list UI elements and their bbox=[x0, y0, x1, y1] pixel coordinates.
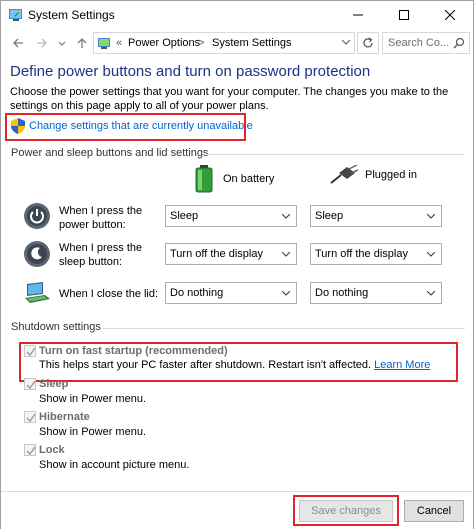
checkmark-icon bbox=[26, 446, 36, 456]
checkmark-icon bbox=[26, 413, 36, 423]
search-placeholder: Search Co... bbox=[388, 37, 450, 49]
chevron-down-icon bbox=[427, 214, 435, 219]
battery-column-header: On battery bbox=[194, 165, 274, 193]
maximize-button[interactable] bbox=[381, 1, 427, 29]
chevron-down-icon bbox=[282, 291, 290, 296]
back-arrow-icon[interactable] bbox=[11, 36, 25, 50]
sleep-option-title: Sleep bbox=[39, 378, 69, 390]
chevron-down-icon[interactable] bbox=[342, 40, 350, 46]
breadcrumb-power-options[interactable]: Power Options bbox=[128, 37, 200, 49]
group-divider bbox=[102, 328, 465, 329]
sleep-button-battery-select[interactable]: Turn off the display bbox=[165, 243, 297, 265]
minimize-button[interactable] bbox=[335, 1, 381, 29]
maximize-icon bbox=[399, 10, 409, 20]
address-bar[interactable]: « Power Options > System Settings bbox=[93, 32, 355, 54]
system-settings-window: System Settings « Power Options > System… bbox=[0, 0, 474, 529]
plugged-column-header: Plugged in bbox=[329, 165, 417, 185]
close-icon bbox=[445, 10, 455, 20]
settings-content: Define power buttons and turn on passwor… bbox=[1, 57, 473, 487]
lock-checkbox[interactable] bbox=[24, 444, 36, 456]
navigation-bar: « Power Options > System Settings Search… bbox=[1, 30, 473, 56]
power-plug-icon bbox=[330, 165, 359, 184]
search-box[interactable]: Search Co... bbox=[382, 32, 470, 54]
hibernate-checkbox[interactable] bbox=[24, 411, 36, 423]
close-button[interactable] bbox=[427, 1, 473, 29]
laptop-lid-icon bbox=[25, 282, 50, 303]
battery-icon bbox=[195, 165, 213, 193]
save-changes-button[interactable]: Save changes bbox=[299, 500, 393, 522]
cancel-button[interactable]: Cancel bbox=[404, 500, 464, 522]
chevron-down-icon bbox=[282, 214, 290, 219]
control-panel-icon bbox=[98, 38, 110, 49]
power-button-label: When I press the power button: bbox=[59, 205, 143, 231]
lock-option-description: Show in account picture menu. bbox=[39, 459, 190, 471]
search-icon bbox=[453, 37, 465, 49]
chevron-down-icon bbox=[427, 252, 435, 257]
fast-startup-description: This helps start your PC faster after sh… bbox=[39, 359, 431, 371]
sleep-button-plugged-select[interactable]: Turn off the display bbox=[310, 243, 442, 265]
power-button-battery-select[interactable]: Sleep bbox=[165, 205, 297, 227]
breadcrumb-system-settings[interactable]: System Settings bbox=[212, 37, 291, 49]
group-divider bbox=[207, 154, 465, 155]
forward-arrow-icon[interactable] bbox=[35, 36, 49, 50]
shutdown-group-label: Shutdown settings bbox=[11, 321, 101, 333]
power-button-plugged-select[interactable]: Sleep bbox=[310, 205, 442, 227]
fast-startup-title: Turn on fast startup (recommended) bbox=[39, 345, 228, 357]
recent-locations-icon[interactable] bbox=[57, 36, 67, 50]
battery-column-label: On battery bbox=[223, 173, 275, 185]
lid-close-label: When I close the lid: bbox=[59, 288, 159, 300]
minimize-icon bbox=[353, 14, 363, 16]
chevron-down-icon bbox=[427, 291, 435, 296]
lid-close-plugged-select[interactable]: Do nothing bbox=[310, 282, 442, 304]
change-settings-link[interactable]: Change settings that are currently unava… bbox=[29, 120, 253, 132]
breadcrumb-separator[interactable]: > bbox=[198, 37, 204, 49]
page-title: Define power buttons and turn on passwor… bbox=[10, 63, 371, 80]
refresh-button[interactable] bbox=[357, 32, 379, 54]
dialog-footer: Save changes Cancel bbox=[1, 491, 473, 529]
sleep-checkbox[interactable] bbox=[24, 378, 36, 390]
plugged-column-label: Plugged in bbox=[365, 169, 417, 181]
lock-option-title: Lock bbox=[39, 444, 65, 456]
breadcrumb-overflow[interactable]: « bbox=[116, 37, 122, 49]
hibernate-option-title: Hibernate bbox=[39, 411, 90, 423]
lid-close-battery-select[interactable]: Do nothing bbox=[165, 282, 297, 304]
title-bar: System Settings bbox=[1, 1, 473, 29]
power-group-label: Power and sleep buttons and lid settings bbox=[11, 147, 209, 159]
power-options-icon bbox=[9, 9, 22, 21]
fast-startup-checkbox[interactable] bbox=[24, 345, 36, 357]
chevron-down-icon bbox=[282, 252, 290, 257]
sleep-button-icon bbox=[24, 241, 50, 267]
checkmark-icon bbox=[26, 380, 36, 390]
uac-shield-icon bbox=[11, 118, 25, 134]
sleep-option-description: Show in Power menu. bbox=[39, 393, 146, 405]
learn-more-link[interactable]: Learn More bbox=[374, 359, 430, 371]
refresh-icon bbox=[363, 37, 373, 48]
checkmark-icon bbox=[26, 347, 36, 357]
up-arrow-icon[interactable] bbox=[75, 36, 89, 50]
sleep-button-label: When I press the sleep button: bbox=[59, 242, 143, 268]
window-title: System Settings bbox=[28, 8, 115, 22]
power-button-icon bbox=[24, 203, 50, 229]
hibernate-option-description: Show in Power menu. bbox=[39, 426, 146, 438]
page-description: Choose the power settings that you want … bbox=[10, 86, 449, 112]
